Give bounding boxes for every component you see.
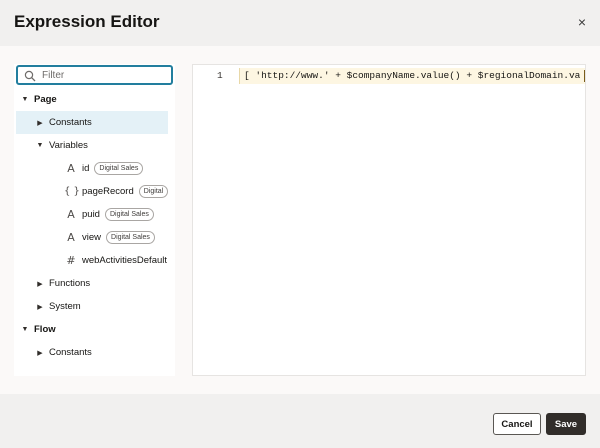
close-button[interactable]: × [573, 13, 591, 31]
caret-down-icon[interactable]: ▼ [20, 326, 30, 333]
caret-right-icon[interactable]: ▶ [35, 349, 45, 357]
tree-node-var-id[interactable]: A id Digital Sales [64, 157, 175, 180]
caret-down-icon[interactable]: ▼ [20, 96, 30, 103]
caret-right-icon[interactable]: ▶ [35, 280, 45, 288]
tree-node-flow-constants[interactable]: ▶ Constants [35, 341, 170, 364]
string-type-icon: A [67, 231, 75, 244]
tree-node-var-webactivitiesdefault[interactable]: # webActivitiesDefault [64, 249, 175, 272]
tree-node-label: Constants [49, 117, 92, 128]
caret-right-icon[interactable]: ▶ [35, 119, 45, 127]
dialog-header: Expression Editor × [0, 0, 600, 46]
caret-right-icon[interactable]: ▶ [35, 303, 45, 311]
tree-node-var-view[interactable]: A view Digital Sales [64, 226, 175, 249]
tree-node-label: Functions [49, 278, 91, 289]
tree-node-label: Variables [49, 140, 88, 151]
tree-node-label: Page [34, 94, 57, 105]
tree-node-system[interactable]: ▶ System [35, 295, 170, 318]
scope-badge: Digital Sales [106, 231, 155, 244]
tree-node-var-puid[interactable]: A puid Digital Sales [64, 203, 175, 226]
variable-name: pageRecord [82, 186, 134, 197]
variable-name: webActivitiesDefault [82, 255, 168, 266]
close-icon: × [577, 14, 587, 30]
dialog-footer: Cancel Save [0, 394, 600, 448]
tree-node-label: System [49, 301, 81, 312]
expression-editor-dialog: Expression Editor × ▼ Page ▶ Constants [0, 0, 600, 448]
code-line-highlight[interactable]: [ 'http://www.' + $companyName.value() +… [239, 68, 585, 84]
text-cursor [584, 70, 585, 82]
caret-down-icon[interactable]: ▼ [35, 142, 45, 149]
object-type-icon: { } [64, 186, 80, 197]
string-type-icon: A [67, 208, 75, 221]
line-number: 1 [217, 70, 223, 81]
tree-node-page[interactable]: ▼ Page [20, 88, 170, 111]
variable-name: view [82, 232, 102, 243]
search-icon [24, 70, 36, 82]
scope-badge: Digital Sales [94, 162, 144, 175]
variables-tree-panel: ▼ Page ▶ Constants ▼ Variables A id Digi… [14, 64, 175, 376]
tree-node-constants[interactable]: ▶ Constants [16, 111, 168, 134]
cancel-button[interactable]: Cancel [493, 413, 541, 435]
filter-input[interactable] [42, 68, 168, 83]
variable-name: puid [82, 209, 100, 220]
filter-field[interactable] [16, 65, 173, 85]
tree-node-label: Constants [49, 347, 92, 358]
string-type-icon: A [67, 162, 75, 175]
tree-node-var-pagerecord[interactable]: { } pageRecord Digital [64, 180, 175, 203]
dialog-title: Expression Editor [14, 12, 160, 31]
tree-node-functions[interactable]: ▶ Functions [35, 272, 170, 295]
variable-name: id [82, 163, 90, 174]
tree-node-flow[interactable]: ▼ Flow [20, 318, 170, 341]
expression-code[interactable]: [ 'http://www.' + $companyName.value() +… [244, 70, 580, 81]
number-type-icon: # [66, 254, 76, 267]
dialog-body: ▼ Page ▶ Constants ▼ Variables A id Digi… [0, 46, 600, 394]
scope-badge: Digital [138, 185, 169, 198]
code-editor[interactable]: 1 [ 'http://www.' + $companyName.value()… [192, 64, 586, 376]
save-button[interactable]: Save [546, 413, 586, 435]
scope-badge: Digital Sales [104, 208, 154, 221]
tree-node-variables[interactable]: ▼ Variables [35, 134, 170, 157]
tree-node-label: Flow [34, 324, 56, 335]
